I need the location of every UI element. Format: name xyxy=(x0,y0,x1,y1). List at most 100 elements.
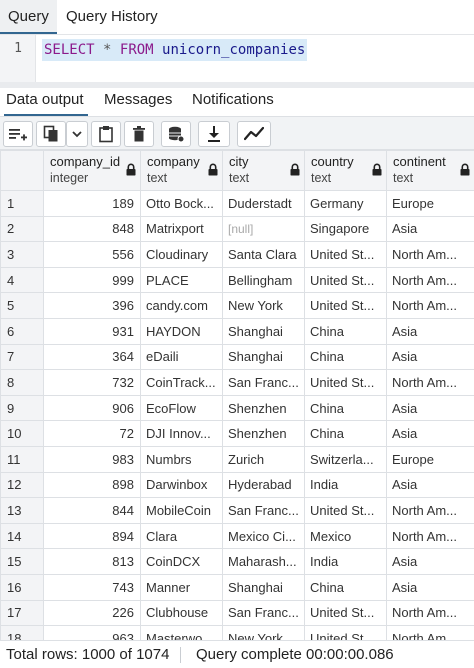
table-cell[interactable]: India xyxy=(304,548,387,575)
cell-company-id[interactable]: 898 xyxy=(43,471,141,499)
table-cell[interactable]: North Am... xyxy=(386,522,474,550)
table-cell[interactable]: Masterwo... xyxy=(140,625,223,640)
column-header[interactable]: continent text xyxy=(386,150,474,191)
cell-company-id[interactable]: 396 xyxy=(43,292,141,319)
save-data-button[interactable] xyxy=(161,121,191,147)
table-cell[interactable]: San Franc... xyxy=(222,497,305,524)
delete-button[interactable] xyxy=(124,121,154,147)
table-cell[interactable]: North Am... xyxy=(386,241,474,268)
table-cell[interactable]: Asia xyxy=(386,343,474,371)
table-cell[interactable]: China xyxy=(304,394,387,422)
table-cell[interactable]: CoinDCX xyxy=(140,548,223,575)
column-header[interactable]: company_id integer xyxy=(43,150,141,191)
table-cell[interactable]: Asia xyxy=(386,573,474,601)
table-cell[interactable]: North Am... xyxy=(386,599,474,627)
table-cell[interactable]: United St... xyxy=(304,599,387,627)
row-number[interactable]: 18 xyxy=(0,625,44,640)
table-cell[interactable]: Bellingham xyxy=(222,266,305,294)
table-row[interactable]: 16 743 Manner Shanghai China Asia xyxy=(0,573,474,601)
cell-company-id[interactable]: 72 xyxy=(43,420,141,447)
table-cell[interactable]: North Am... xyxy=(386,266,474,294)
table-row[interactable]: 18 963 Masterwo... New York United St... Nort… xyxy=(0,625,474,640)
table-cell[interactable]: PLACE xyxy=(140,266,223,294)
cell-company-id[interactable]: 999 xyxy=(43,266,141,294)
table-cell[interactable]: China xyxy=(304,420,387,447)
row-number[interactable]: 9 xyxy=(0,394,44,422)
tab-query[interactable]: Query xyxy=(0,0,57,34)
table-cell[interactable]: [null] xyxy=(222,215,305,243)
table-cell[interactable]: Zurich xyxy=(222,445,305,473)
table-cell[interactable]: DJI Innov... xyxy=(140,420,223,447)
table-cell[interactable]: China xyxy=(304,573,387,601)
table-cell[interactable]: Mexico xyxy=(304,522,387,550)
table-cell[interactable]: Duderstadt xyxy=(222,190,305,217)
table-cell[interactable]: Asia xyxy=(386,420,474,447)
row-number[interactable]: 15 xyxy=(0,548,44,575)
row-number[interactable]: 6 xyxy=(0,317,44,345)
table-cell[interactable]: Shenzhen xyxy=(222,394,305,422)
table-cell[interactable]: Switzerla... xyxy=(304,445,387,473)
table-cell[interactable]: Maharash... xyxy=(222,548,305,575)
table-cell[interactable]: Mexico Ci... xyxy=(222,522,305,550)
table-cell[interactable]: Europe xyxy=(386,445,474,473)
table-cell[interactable]: North Am... xyxy=(386,369,474,396)
copy-button[interactable] xyxy=(36,121,66,147)
table-row[interactable]: 12 898 Darwinbox Hyderabad India Asia xyxy=(0,471,474,499)
cell-company-id[interactable]: 848 xyxy=(43,215,141,243)
cell-company-id[interactable]: 813 xyxy=(43,548,141,575)
table-cell[interactable]: eDaili xyxy=(140,343,223,371)
cell-company-id[interactable]: 732 xyxy=(43,369,141,396)
table-cell[interactable]: India xyxy=(304,471,387,499)
table-cell[interactable]: MobileCoin xyxy=(140,497,223,524)
table-cell[interactable]: Europe xyxy=(386,190,474,217)
table-cell[interactable]: United St... xyxy=(304,292,387,319)
table-cell[interactable]: Asia xyxy=(386,471,474,499)
table-cell[interactable]: United St... xyxy=(304,497,387,524)
row-number[interactable]: 1 xyxy=(0,190,44,217)
row-number[interactable]: 4 xyxy=(0,266,44,294)
table-cell[interactable]: United St... xyxy=(304,625,387,640)
cell-company-id[interactable]: 226 xyxy=(43,599,141,627)
row-number[interactable]: 2 xyxy=(0,215,44,243)
row-number[interactable]: 5 xyxy=(0,292,44,319)
sql-code-line[interactable]: SELECT * FROM unicorn_companies xyxy=(42,39,308,61)
table-cell[interactable]: Germany xyxy=(304,190,387,217)
table-cell[interactable]: Singapore xyxy=(304,215,387,243)
cell-company-id[interactable]: 906 xyxy=(43,394,141,422)
table-cell[interactable]: EcoFlow xyxy=(140,394,223,422)
table-cell[interactable]: Clubhouse xyxy=(140,599,223,627)
table-cell[interactable]: San Franc... xyxy=(222,599,305,627)
copy-options-button[interactable] xyxy=(66,121,88,147)
row-number[interactable]: 7 xyxy=(0,343,44,371)
row-number[interactable]: 17 xyxy=(0,599,44,627)
column-header[interactable]: country text xyxy=(304,150,387,191)
column-header[interactable]: company text xyxy=(140,150,223,191)
row-number[interactable]: 10 xyxy=(0,420,44,447)
table-row[interactable]: 11 983 Numbrs Zurich Switzerla... Europe xyxy=(0,445,474,473)
table-cell[interactable]: Santa Clara xyxy=(222,241,305,268)
table-cell[interactable]: Shenzhen xyxy=(222,420,305,447)
cell-company-id[interactable]: 743 xyxy=(43,573,141,601)
row-number[interactable]: 16 xyxy=(0,573,44,601)
cell-company-id[interactable]: 931 xyxy=(43,317,141,345)
table-cell[interactable]: North Am... xyxy=(386,625,474,640)
sql-editor[interactable]: 1 SELECT * FROM unicorn_companies xyxy=(0,34,474,83)
row-number[interactable]: 14 xyxy=(0,522,44,550)
table-row[interactable]: 1 189 Otto Bock... Duderstadt Germany Europe xyxy=(0,190,474,217)
table-cell[interactable]: North Am... xyxy=(386,292,474,319)
cell-company-id[interactable]: 983 xyxy=(43,445,141,473)
table-cell[interactable]: Shanghai xyxy=(222,317,305,345)
table-cell[interactable]: Matrixport xyxy=(140,215,223,243)
table-cell[interactable]: Hyderabad xyxy=(222,471,305,499)
table-cell[interactable]: Numbrs xyxy=(140,445,223,473)
tab-notifications[interactable]: Notifications xyxy=(192,88,274,114)
paste-button[interactable] xyxy=(91,121,121,147)
table-cell[interactable]: CoinTrack... xyxy=(140,369,223,396)
table-row[interactable]: 4 999 PLACE Bellingham United St... North Am.… xyxy=(0,266,474,294)
table-row[interactable]: 3 556 Cloudinary Santa Clara United St... Nor… xyxy=(0,241,474,268)
table-cell[interactable]: candy.com xyxy=(140,292,223,319)
row-number[interactable]: 8 xyxy=(0,369,44,396)
table-row[interactable]: 7 364 eDaili Shanghai China Asia xyxy=(0,343,474,371)
table-row[interactable]: 8 732 CoinTrack... San Franc... United St...… xyxy=(0,369,474,396)
table-cell[interactable]: Shanghai xyxy=(222,343,305,371)
